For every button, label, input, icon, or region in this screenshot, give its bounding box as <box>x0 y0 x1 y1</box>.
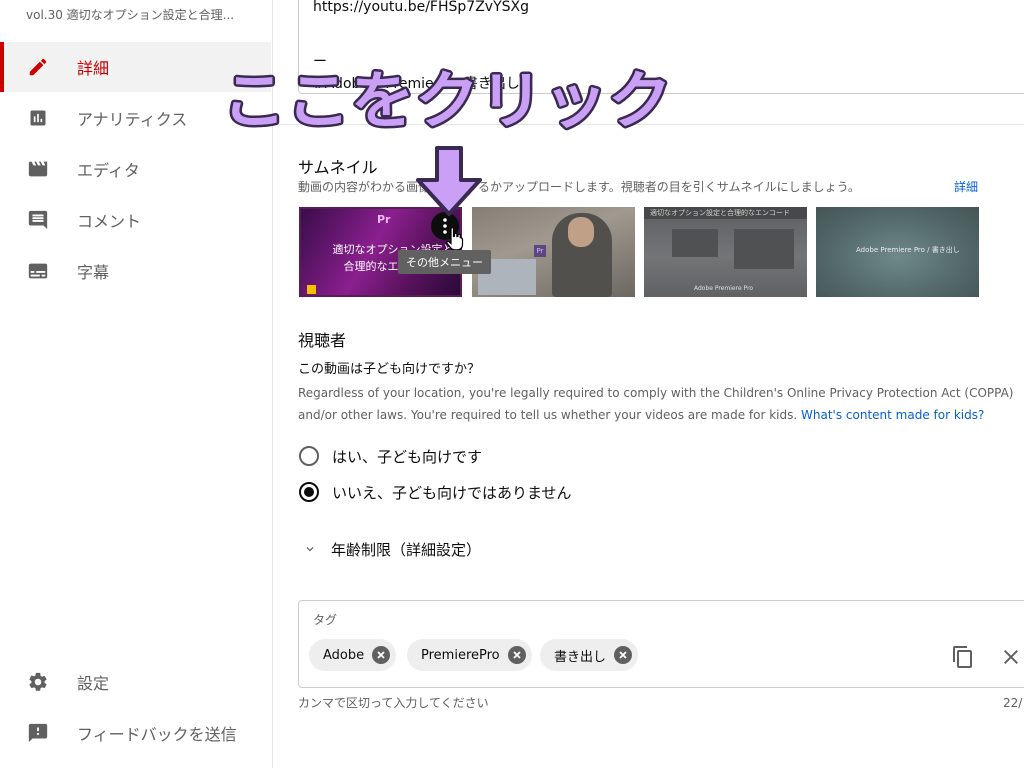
sidebar-item-editor[interactable]: エディタ <box>0 144 271 194</box>
made-for-kids-link[interactable]: What's content made for kids? <box>801 408 984 422</box>
tag-chip-text: PremierePro <box>421 647 500 663</box>
sidebar-item-analytics[interactable]: アナリティクス <box>0 93 271 143</box>
comment-icon <box>26 208 50 232</box>
audience-heading: 視聴者 <box>298 331 347 350</box>
tags-hint: カンマで区切って入力してください <box>298 696 489 710</box>
tag-chip-text: Adobe <box>323 647 365 663</box>
sidebar-item-label: コメント <box>77 212 142 231</box>
section-divider <box>272 124 1024 125</box>
chevron-down-icon <box>306 547 314 552</box>
radio-made-for-kids-yes[interactable]: はい、子ども向けです <box>299 444 482 468</box>
sidebar-item-label: 字幕 <box>77 263 110 282</box>
age-restriction-toggle[interactable]: 年齢制限（詳細設定） <box>303 537 481 561</box>
tag-chip: PremierePro <box>407 639 532 671</box>
sidebar-item-label: 設定 <box>77 674 110 693</box>
sidebar-item-label: アナリティクス <box>77 110 188 129</box>
thumbnail-description: 動画の内容がわかる画像を選択するかアップロードします。視聴者の目を引くサムネイル… <box>298 180 860 194</box>
audience-legal-text: Regardless of your location, you're lega… <box>298 386 1014 400</box>
close-icon <box>619 651 627 659</box>
sidebar: vol.30 適切なオプション設定と合理... 詳細 アナリティクス エディタ … <box>0 0 273 768</box>
sidebar-item-feedback[interactable]: フィードバックを送信 <box>0 708 271 758</box>
description-field[interactable]: https://youtu.be/FHSp7ZvYSXg ー #Adobe #P… <box>298 0 1024 94</box>
audience-legal-text: and/or other laws. You're required to te… <box>298 408 984 422</box>
radio-label: いいえ、子ども向けではありません <box>332 483 572 502</box>
thumbnail-learn-more-link[interactable]: 詳細 <box>954 178 978 195</box>
hand-cursor-icon <box>446 227 464 251</box>
sidebar-item-comments[interactable]: コメント <box>0 195 271 245</box>
radio-button[interactable] <box>299 446 319 466</box>
premiere-logo: Pr <box>377 213 391 226</box>
badge-icon <box>307 285 316 294</box>
radio-button[interactable] <box>299 482 319 502</box>
video-title: vol.30 適切なオプション設定と合理... <box>26 8 235 22</box>
remove-tag-button[interactable] <box>614 646 633 664</box>
sidebar-item-settings[interactable]: 設定 <box>0 657 271 707</box>
sidebar-item-subtitles[interactable]: 字幕 <box>0 246 271 296</box>
gear-icon <box>26 670 50 694</box>
description-hashtags: #Adobe #Premiere #書き出し <box>313 76 520 92</box>
tag-chip: Adobe <box>309 639 397 671</box>
pencil-icon <box>26 55 50 79</box>
copy-tags-button[interactable] <box>951 645 975 669</box>
analytics-icon <box>26 106 50 130</box>
age-restriction-label: 年齢制限（詳細設定） <box>331 540 482 559</box>
sidebar-item-label: エディタ <box>77 161 140 180</box>
remove-tag-button[interactable] <box>507 646 526 664</box>
close-icon <box>512 651 521 659</box>
copy-icon <box>953 646 972 668</box>
clear-tags-button[interactable] <box>999 645 1023 669</box>
sidebar-item-label: 詳細 <box>77 59 110 78</box>
feedback-icon <box>26 721 50 745</box>
thumbnails-dim-overlay <box>472 207 979 297</box>
radio-label: はい、子ども向けです <box>332 447 483 466</box>
audience-question: この動画は子ども向けですか？ <box>298 362 481 377</box>
audience-legal-text-line: and/or other laws. You're required to te… <box>298 408 798 422</box>
tags-field[interactable]: タグ Adobe PremierePro 書き出し <box>298 600 1024 688</box>
tags-label: タグ <box>313 613 338 627</box>
tag-chip-text: 書き出し <box>554 649 607 665</box>
description-separator: ー <box>313 54 327 70</box>
close-icon <box>377 651 385 659</box>
subtitles-icon <box>26 259 50 283</box>
tags-character-count: 22/ <box>1003 696 1023 710</box>
sidebar-item-details[interactable]: 詳細 <box>0 42 271 92</box>
more-options-tooltip: その他メニュー <box>398 250 491 274</box>
tag-chip: 書き出し <box>540 639 639 671</box>
thumbnail-heading: サムネイル <box>298 158 378 177</box>
radio-made-for-kids-no[interactable]: いいえ、子ども向けではありません <box>299 480 572 504</box>
description-link: https://youtu.be/FHSp7ZvYSXg <box>313 0 529 15</box>
radio-selected-dot <box>304 487 314 497</box>
clapperboard-icon <box>26 157 50 181</box>
remove-tag-button[interactable] <box>372 646 391 664</box>
close-icon <box>1004 650 1018 664</box>
sidebar-item-label: フィードバックを送信 <box>77 725 237 744</box>
